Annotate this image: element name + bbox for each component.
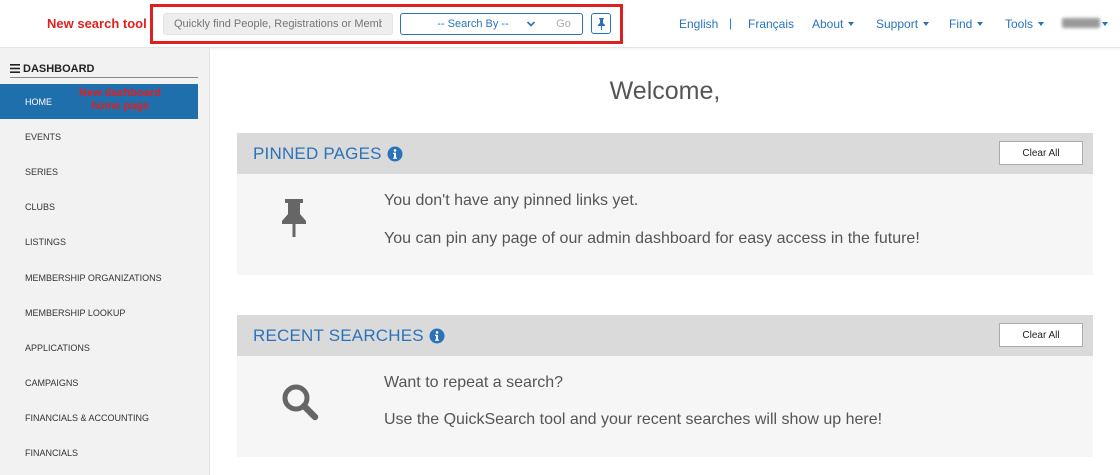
sidebar-title: DASHBOARD (23, 62, 95, 75)
go-button[interactable]: Go (545, 13, 583, 35)
sidebar-item-label: FINANCIALS & ACCOUNTING (25, 412, 150, 423)
sidebar-item-membership-organizations[interactable]: MEMBERSHIP ORGANIZATIONS (0, 260, 198, 295)
pin-icon (282, 199, 306, 237)
sidebar-item-membership-lookup[interactable]: MEMBERSHIP LOOKUP (0, 295, 198, 330)
quick-search-input[interactable] (163, 13, 393, 35)
recent-searches-panel: RECENT SEARCHES Clear All Want to repeat… (237, 315, 1093, 457)
sidebar-item-label: CAMPAIGNS (25, 377, 79, 388)
caret-down-icon (848, 22, 855, 26)
tools-label: Tools (1005, 17, 1034, 31)
caret-down-icon (1102, 22, 1108, 26)
user-menu-redacted[interactable] (1062, 18, 1100, 28)
sidebar-item-applications[interactable]: APPLICATIONS (0, 330, 198, 365)
recent-searches-title-text: RECENT SEARCHES (253, 326, 424, 345)
caret-down-icon (977, 22, 984, 26)
about-label: About (812, 17, 844, 31)
info-icon[interactable] (429, 328, 445, 344)
sidebar-item-events[interactable]: EVENTS (0, 119, 198, 154)
sidebar-item-listings[interactable]: LISTINGS (0, 224, 198, 259)
recent-searches-title: RECENT SEARCHES (253, 326, 445, 346)
sidebar-item-label: EVENTS (25, 131, 62, 142)
top-bar: New search tool -- Search By -- Go Engli… (0, 0, 1120, 48)
sidebar-item-home[interactable]: HOME New dashboard home page (0, 84, 198, 119)
search-icon (282, 384, 319, 421)
find-label: Find (949, 17, 973, 31)
sidebar-item-label: MEMBERSHIP LOOKUP (25, 307, 126, 318)
sidebar-item-label: LISTINGS (25, 236, 67, 247)
sidebar-item-financials[interactable]: FINANCIALS (0, 435, 198, 470)
pinned-empty-message: You don't have any pinned links yet. (384, 192, 639, 209)
pinned-pages-title-text: PINNED PAGES (253, 144, 382, 163)
caret-down-icon (923, 22, 930, 26)
search-by-label: -- Search By -- (437, 18, 509, 30)
about-menu[interactable]: About (812, 17, 855, 31)
search-tool-annotation: New search tool (47, 16, 147, 31)
recent-help-message: Use the QuickSearch tool and your recent… (384, 411, 883, 428)
sidebar-item-series[interactable]: SERIES (0, 154, 198, 189)
menu-icon (10, 64, 20, 73)
lang-french-link[interactable]: Français (748, 17, 794, 31)
sidebar-item-label: FINANCIALS (25, 447, 79, 458)
info-icon[interactable] (387, 146, 403, 162)
lang-english-link[interactable]: English (679, 17, 718, 31)
lang-separator: | (729, 16, 733, 30)
support-label: Support (876, 17, 919, 31)
pinned-pages-panel: PINNED PAGES Clear All You don't have an… (237, 133, 1093, 275)
sidebar-item-label: HOME (25, 96, 52, 107)
pin-page-button[interactable] (591, 13, 611, 34)
sidebar: DASHBOARD HOME New dashboard home page E… (0, 48, 210, 475)
sidebar-item-label: SERIES (25, 166, 59, 177)
sidebar-item-label: CLUBS (25, 201, 56, 212)
recent-searches-header: RECENT SEARCHES Clear All (237, 315, 1093, 356)
recent-prompt-message: Want to repeat a search? (384, 374, 564, 391)
pinned-pages-title: PINNED PAGES (253, 144, 403, 164)
sidebar-item-campaigns[interactable]: CAMPAIGNS (0, 365, 198, 400)
sidebar-header: DASHBOARD (10, 60, 198, 78)
find-menu[interactable]: Find (949, 17, 984, 31)
pin-icon (597, 17, 605, 30)
tools-menu[interactable]: Tools (1005, 17, 1045, 31)
clear-all-pinned-button[interactable]: Clear All (999, 141, 1083, 165)
sidebar-item-clubs[interactable]: CLUBS (0, 189, 198, 224)
page-title: Welcome, (609, 77, 721, 105)
sidebar-item-label: MEMBERSHIP ORGANIZATIONS (25, 272, 162, 283)
sidebar-item-financials-accounting[interactable]: FINANCIALS & ACCOUNTING (0, 400, 198, 435)
pinned-pages-header: PINNED PAGES Clear All (237, 133, 1093, 174)
chevron-down-icon (526, 21, 536, 27)
sidebar-item-label: APPLICATIONS (25, 342, 90, 353)
pinned-help-message: You can pin any page of our admin dashbo… (384, 230, 920, 247)
caret-down-icon (1038, 22, 1045, 26)
search-by-select[interactable]: -- Search By -- (400, 13, 546, 35)
support-menu[interactable]: Support (876, 17, 930, 31)
clear-all-recent-button[interactable]: Clear All (999, 323, 1083, 347)
dashboard-home-annotation: New dashboard home page (79, 87, 161, 112)
